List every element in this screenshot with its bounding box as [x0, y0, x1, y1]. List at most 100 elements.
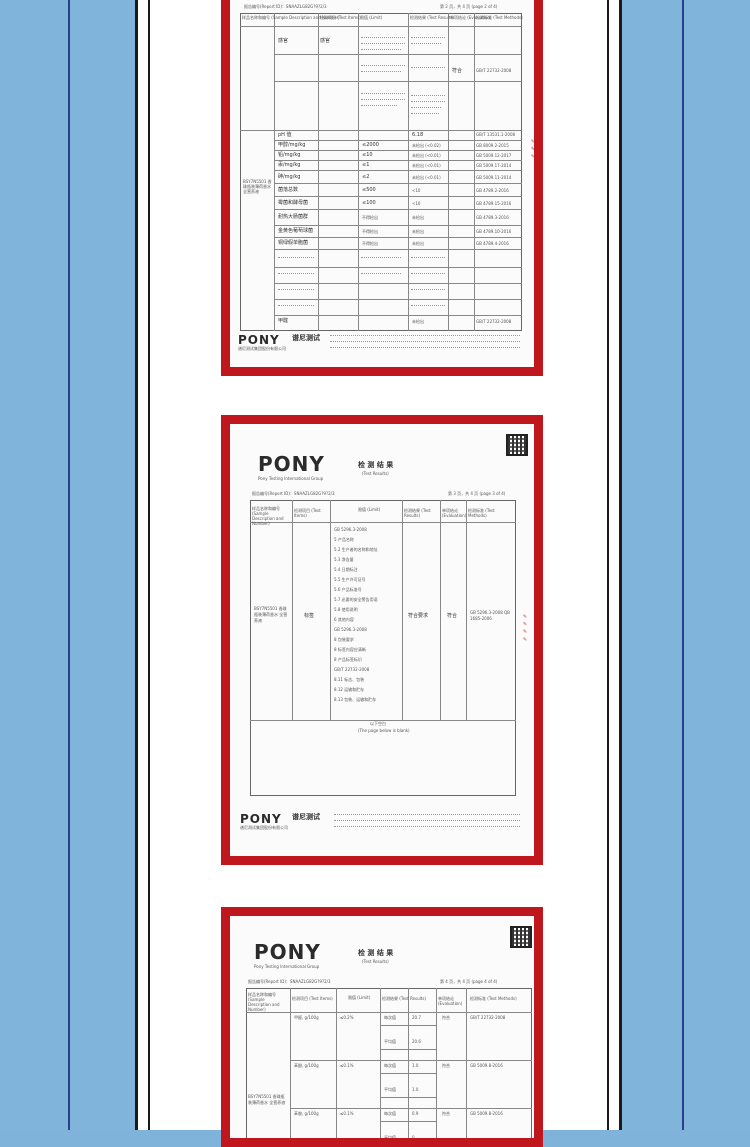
- limit-line: 8 包装要求: [334, 637, 354, 642]
- results-title-en: (Test Results): [362, 959, 389, 964]
- pony-logo: PONY: [254, 940, 321, 964]
- limit-mold: ≤100: [362, 200, 376, 206]
- item-mercury: 汞/mg/kg: [278, 162, 301, 168]
- result-bacteria: <10: [412, 188, 421, 193]
- table-cell: 每次值: [384, 1063, 396, 1068]
- limit-line: 5.6 产品标准号: [334, 587, 362, 592]
- method-coliform: GB 4789.3-2016: [476, 215, 509, 220]
- limit-line: 5 产品名称: [334, 537, 354, 542]
- limit-line: 5.2 生产者的名称和地址: [334, 547, 378, 552]
- qr-code-icon: [510, 926, 532, 948]
- pony-logo: PONY: [258, 452, 325, 476]
- right-background-panel: [622, 0, 750, 1130]
- limit-line: 8.12 运输和贮存: [334, 687, 365, 692]
- qr-code-icon: [506, 434, 528, 456]
- result-label: 符合要求: [408, 613, 429, 619]
- left-border-line: [68, 0, 70, 1130]
- report-number: 报告编号(Report ID)：SNAAZLG82G?9?2/3: [252, 491, 335, 496]
- evaluation-label: 符合: [447, 613, 458, 619]
- pony-cn-footer: 谱尼测试: [292, 334, 320, 342]
- table-cell: 20.6: [412, 1039, 421, 1044]
- limit-line: 5.4 日期标注: [334, 567, 358, 572]
- brand-subtitle: Pony Testing International Group: [258, 476, 324, 481]
- report-page-4: PONY Pony Testing International Group 检 …: [221, 907, 543, 1147]
- result-arsenic: 未检出 (<0.01): [412, 175, 441, 180]
- method-pseudomonas: GB 4789.4-2016: [476, 241, 509, 246]
- result-formaldehyde: 未检出: [412, 319, 424, 324]
- table-cell: 符合: [442, 1063, 450, 1068]
- header-limit: 限值 (Limit): [360, 15, 383, 20]
- limit-line: 8 标签内容应清晰: [334, 647, 366, 652]
- header-results: 检测结果 (Test Results): [404, 508, 431, 518]
- sample-name: BSY7N5501 香珠瓶装薄荷香水 全营养液: [254, 606, 288, 623]
- header-results: 检测结果 (Test Results): [410, 15, 454, 20]
- method-staph: GB 4789.10-2016: [476, 229, 512, 234]
- page-number: 第 2 页，共 4 页 (page 2 of 4): [440, 4, 498, 9]
- table-cell: 符合: [442, 1111, 450, 1116]
- table-cell: 符合: [442, 1015, 450, 1020]
- header-test-items: 检测项目 (Test Items): [294, 508, 321, 518]
- results-title-en: (Test Results): [362, 471, 389, 476]
- header-test-items: 检测项目 (Test Items): [320, 15, 361, 20]
- header-evaluation: 单项结论 (Evaluation): [438, 996, 463, 1006]
- limit-line: 8.13 包装、运输和贮存: [334, 697, 377, 702]
- pony-cn-footer: 谱尼测试: [292, 813, 320, 821]
- results-table: [250, 500, 516, 796]
- report-sheet: 报告编号(Report ID)：SNAAZLG82G?9?2/3 第 2 页，共…: [230, 0, 534, 367]
- header-evaluation: 单项结论 (Evaluation): [442, 508, 467, 518]
- footer-address: 谱尼测试集团股份有限公司: [238, 346, 286, 351]
- table-cell: 平均值: [384, 1135, 396, 1139]
- report-page-2: 报告编号(Report ID)：SNAAZLG82G?9?2/3 第 2 页，共…: [221, 0, 543, 376]
- limit-line: GB 5296.3-2008: [334, 527, 367, 532]
- table-cell: GB 5009.8-2016: [470, 1063, 503, 1068]
- method-mercury: GB 5009.17-2014: [476, 163, 512, 168]
- footer-address: 谱尼测试集团股份有限公司: [240, 825, 288, 830]
- results-title: 检 测 结 果: [358, 949, 394, 957]
- limit-mercury: ≤1: [362, 162, 370, 168]
- table-cell: GB 5009.8-2016: [470, 1111, 503, 1116]
- result-sensory: 符合: [452, 68, 463, 74]
- result-mercury: 未检出 (<0.01): [412, 163, 441, 168]
- table-cell: 每次值: [384, 1015, 396, 1020]
- method-methanol: GB 8009.2-2015: [476, 143, 509, 148]
- table-cell: ≤0.1%: [340, 1063, 354, 1068]
- results-title: 检 测 结 果: [358, 461, 394, 469]
- report-sheet: PONY Pony Testing International Group 检 …: [230, 424, 534, 856]
- limit-pseudomonas: 不得检出: [362, 241, 378, 246]
- table-cell: 平均值: [384, 1039, 396, 1044]
- limit-line: 5.5 生产许可证号: [334, 577, 366, 582]
- table-cell: 平均值: [384, 1087, 396, 1092]
- item-label: 标签: [304, 613, 315, 619]
- result-methanol: 未检出 (<0.02): [412, 143, 441, 148]
- item-ph: pH 值: [278, 132, 292, 138]
- red-handwritten-note: ✎ ✎ ✎: [530, 139, 534, 161]
- result-coliform: 未检出: [412, 215, 424, 220]
- limit-line: 5.7 必要的安全警告用语: [334, 597, 378, 602]
- item-staph: 金黄色葡萄球菌: [278, 228, 314, 234]
- table-cell: 苯酚, g/100g: [294, 1063, 319, 1068]
- page-number: 第 3 页，共 4 页 (page 3 of 4): [448, 491, 506, 496]
- method-ph: GB/T 13531.1-2008: [476, 132, 516, 137]
- header-methods: 检测标准 (Test Methods): [468, 508, 495, 518]
- item-sensory: 感官: [278, 38, 289, 44]
- sample-name: BSY7N5501 香珠瓶装薄荷香水 全营养液: [243, 179, 272, 194]
- item-coliform: 耐热大肠菌群: [278, 214, 309, 220]
- limit-bacteria: ≤500: [362, 187, 376, 193]
- methods-label: GB 5296.3-2008 QB 1685-2006: [470, 610, 510, 621]
- result-lead: 未检出 (<0.01): [412, 153, 441, 158]
- table-cell: 甲醛, g/100g: [294, 1015, 319, 1020]
- red-handwritten-note: ✎ ✎ ✎ ✎: [522, 614, 528, 643]
- item-bacteria: 菌落总数: [278, 187, 299, 193]
- limit-line: 8 产品标签标识: [334, 657, 362, 662]
- pony-logo-footer: PONY: [240, 812, 282, 826]
- limit-staph: 不得检出: [362, 229, 378, 234]
- item-pseudomonas: 铜绿假单胞菌: [278, 240, 309, 246]
- header-sample: 样品名称和编号 (Sample Description and Number): [252, 506, 284, 526]
- limit-arsenic: ≤2: [362, 174, 370, 180]
- method-bacteria: GB 4789.2-2016: [476, 188, 509, 193]
- header-limit: 限值 (Limit): [348, 995, 371, 1000]
- result-staph: 未检出: [412, 229, 424, 234]
- report-number: 报告编号(Report ID)：SNAAZLG82G?9?2/3: [244, 4, 327, 9]
- method-arsenic: GB 5009.11-2014: [476, 175, 512, 180]
- method-formaldehyde: GB/T 22732-2008: [476, 319, 512, 324]
